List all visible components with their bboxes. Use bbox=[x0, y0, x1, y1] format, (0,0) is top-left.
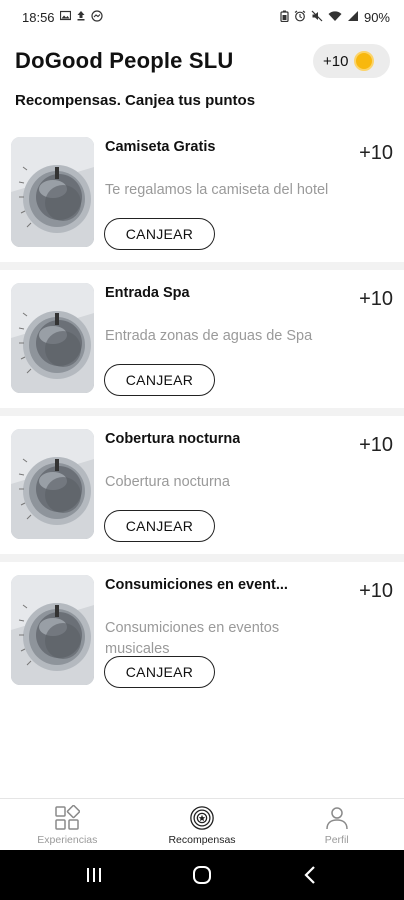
reward-image bbox=[11, 429, 94, 539]
redeem-button[interactable]: CANJEAR bbox=[104, 364, 215, 396]
status-left: 18:56 bbox=[22, 10, 103, 25]
nav-item-perfil[interactable]: Perfil bbox=[269, 799, 404, 850]
image-icon bbox=[59, 10, 71, 24]
divider bbox=[0, 408, 404, 416]
grid-icon bbox=[54, 805, 81, 831]
reward-title: Camiseta Gratis bbox=[105, 139, 216, 155]
reward-card: Consumiciones en event... +10 Consumicio… bbox=[0, 562, 404, 700]
status-time: 18:56 bbox=[22, 9, 55, 25]
reward-title: Consumiciones en event... bbox=[105, 577, 288, 593]
battery-saver-icon bbox=[280, 10, 289, 25]
nav-label: Recompensas bbox=[168, 834, 236, 846]
upload-icon bbox=[76, 10, 86, 24]
user-icon bbox=[324, 805, 350, 831]
reward-card: Entrada Spa +10 Entrada zonas de aguas d… bbox=[0, 270, 404, 408]
page-title: DoGood People SLU bbox=[15, 48, 234, 73]
nav-label: Perfil bbox=[324, 834, 349, 846]
messenger-icon bbox=[90, 9, 103, 25]
redeem-button[interactable]: CANJEAR bbox=[104, 656, 215, 688]
reward-image bbox=[11, 575, 94, 685]
redeem-button[interactable]: CANJEAR bbox=[104, 510, 215, 542]
app-header: DoGood People SLU +10 bbox=[0, 40, 404, 90]
nav-label: Experiencias bbox=[37, 834, 98, 846]
reward-card: Cobertura nocturna +10 Cobertura nocturn… bbox=[0, 416, 404, 554]
dial-knob-icon bbox=[11, 575, 94, 685]
dial-knob-icon bbox=[11, 137, 94, 247]
rewards-icon bbox=[189, 805, 215, 831]
mute-icon bbox=[311, 10, 323, 25]
reward-description: Consumiciones en eventos musicales bbox=[105, 620, 280, 657]
reward-description: Entrada zonas de aguas de Spa bbox=[105, 328, 313, 344]
reward-image bbox=[11, 137, 94, 247]
reward-points: +10 bbox=[359, 580, 393, 602]
battery-level: 90% bbox=[363, 9, 390, 25]
points-badge[interactable]: +10 bbox=[313, 44, 390, 78]
reward-card: Camiseta Gratis +10 Te regalamos la cami… bbox=[0, 124, 404, 262]
status-bar: 18:56 90% bbox=[0, 0, 404, 34]
alarm-icon bbox=[294, 10, 306, 25]
reward-description: Cobertura nocturna bbox=[105, 474, 230, 490]
divider bbox=[0, 262, 404, 270]
nav-item-recompensas[interactable]: Recompensas bbox=[135, 799, 270, 850]
nav-item-experiencias[interactable]: Experiencias bbox=[0, 799, 135, 850]
bottom-nav: Experiencias Recompensas Perfil bbox=[0, 798, 404, 850]
home-icon[interactable] bbox=[182, 855, 222, 895]
wifi-icon bbox=[328, 10, 342, 25]
rewards-list: Camiseta Gratis +10 Te regalamos la cami… bbox=[0, 124, 404, 700]
reward-points: +10 bbox=[359, 142, 393, 164]
reward-title: Cobertura nocturna bbox=[105, 431, 241, 447]
reward-description: Te regalamos la camiseta del hotel bbox=[105, 182, 329, 198]
reward-image bbox=[11, 283, 94, 393]
section-subtitle: Recompensas. Canjea tus puntos bbox=[15, 92, 256, 109]
reward-title: Entrada Spa bbox=[105, 285, 190, 301]
points-value: +10 bbox=[323, 52, 349, 70]
status-right: 90% bbox=[280, 10, 390, 25]
system-nav-bar bbox=[0, 850, 404, 900]
reward-points: +10 bbox=[359, 434, 393, 456]
reward-points: +10 bbox=[359, 288, 393, 310]
dial-knob-icon bbox=[11, 283, 94, 393]
redeem-button[interactable]: CANJEAR bbox=[104, 218, 215, 250]
back-icon[interactable] bbox=[290, 855, 330, 895]
signal-icon bbox=[347, 10, 359, 25]
dial-knob-icon bbox=[11, 429, 94, 539]
recents-icon[interactable] bbox=[74, 855, 114, 895]
coin-icon bbox=[354, 51, 375, 71]
divider bbox=[0, 554, 404, 562]
